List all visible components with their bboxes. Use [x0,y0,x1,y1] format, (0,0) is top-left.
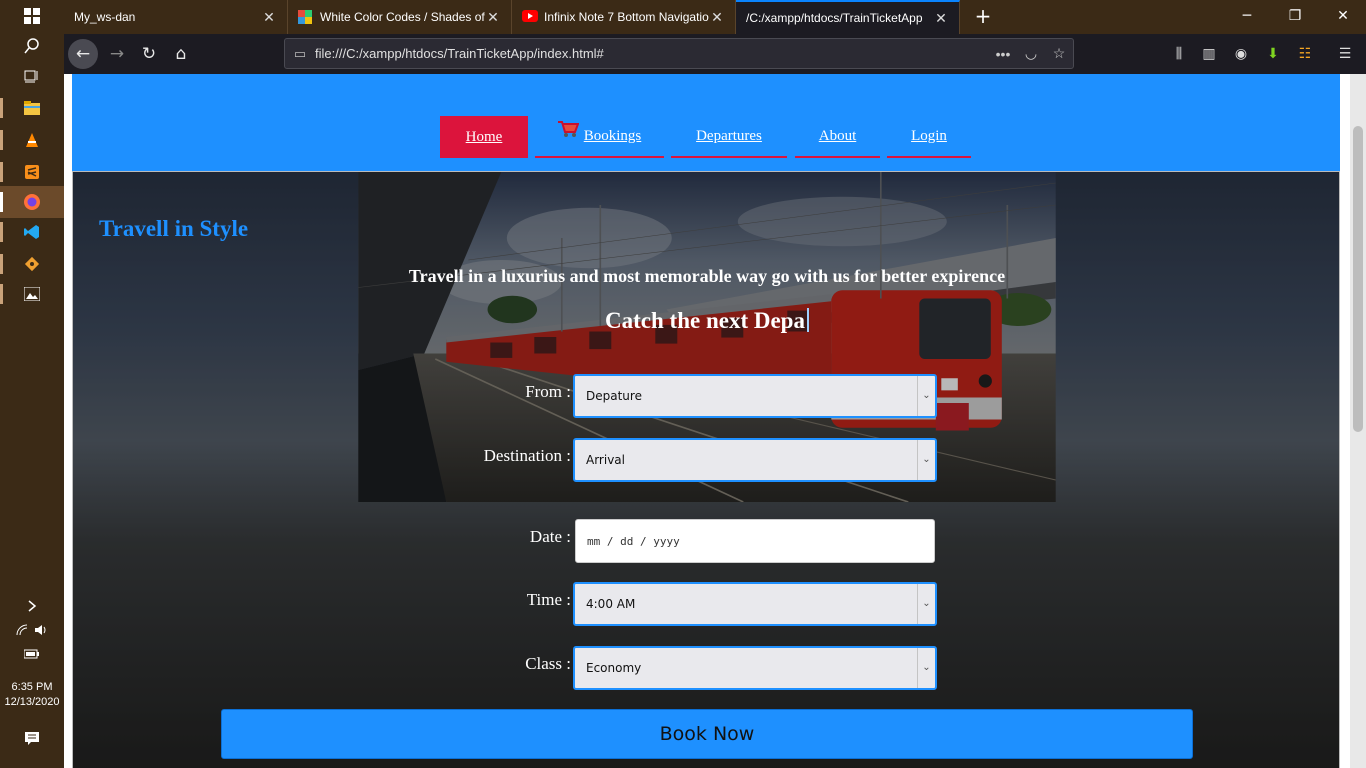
bookmark-star-icon[interactable]: ☆ [1045,45,1073,62]
tab-title: My_ws-dan [74,10,136,24]
colorcodes-favicon-icon [298,10,314,24]
task-view-icon[interactable] [0,60,64,92]
form-row-date: Date : mm / dd / yyyy [73,519,1339,563]
windows-taskbar: 6:35 PM 12/13/2020 [0,0,64,768]
tab-title: Infinix Note 7 Bottom Navigatio [544,10,709,24]
hero-typing-heading: Catch the next Depa [73,308,1339,334]
library-icon[interactable]: ⫼ [1167,42,1191,66]
file-explorer-icon[interactable] [0,92,64,124]
clock-time: 6:35 PM [11,681,53,693]
typing-text: Catch the next Depa [605,308,805,333]
forward-icon[interactable]: → [102,39,132,69]
nav-login[interactable]: Login [887,116,971,158]
pocket-icon[interactable]: ◡ [1017,45,1045,62]
home-icon[interactable]: ⌂ [166,39,196,69]
form-row-time: Time : 4:00 AM ⌄ [73,582,1339,626]
class-select[interactable]: Economy ⌄ [573,646,937,690]
close-tab-icon[interactable]: ✕ [933,10,949,27]
nav-home[interactable]: Home [440,116,528,158]
time-label: Time : [526,590,571,609]
search-icon[interactable] [0,30,64,62]
chevron-down-icon: ⌄ [917,648,935,688]
scrollbar-thumb[interactable] [1353,126,1363,432]
close-tab-icon[interactable]: ✕ [485,9,501,26]
destination-select-value: Arrival [586,453,625,467]
page-icon: ▭ [293,45,307,61]
firefox-icon[interactable] [0,186,64,218]
class-label: Class : [525,654,571,673]
browser-toolbar: ← → ↻ ⌂ ▭ file:///C:/xampp/htdocs/TrainT… [64,34,1366,74]
page-viewport: Home Bookings Departures About Login Tra… [64,74,1366,768]
git-icon[interactable] [0,248,64,280]
close-tab-icon[interactable]: ✕ [261,9,277,26]
class-select-value: Economy [586,661,642,675]
browser-tab-strip: My_ws-dan ✕ White Color Codes / Shades o… [64,0,1366,34]
from-select[interactable]: Depature ⌄ [573,374,937,418]
clock-date: 12/13/2020 [4,696,60,708]
form-row-class: Class : Economy ⌄ [73,646,1339,690]
taskbar-clock[interactable]: 6:35 PM 12/13/2020 [0,680,64,710]
extension-icon[interactable]: ☷ [1293,42,1317,66]
close-window-icon[interactable]: ✕ [1320,0,1366,34]
nav-about[interactable]: About [795,116,880,158]
nav-home-label: Home [465,128,503,145]
address-bar[interactable]: ▭ file:///C:/xampp/htdocs/TrainTicketApp… [284,38,1074,69]
browser-tab[interactable]: Infinix Note 7 Bottom Navigatio ✕ [512,0,736,34]
nav-about-label: About [818,127,857,144]
hero-tagline: Travell in a luxurius and most memorable… [408,266,1006,286]
typing-caret [806,308,809,332]
chevron-down-icon: ⌄ [917,376,935,416]
nav-departures-label: Departures [696,127,762,144]
time-select[interactable]: 4:00 AM ⌄ [573,582,937,626]
notifications-icon[interactable] [0,722,64,754]
from-label: From : [525,382,571,401]
back-icon[interactable]: ← [68,39,98,69]
cart-icon [558,121,579,137]
from-select-value: Depature [586,389,642,403]
destination-label: Destination : [483,446,571,465]
restore-icon[interactable]: ❐ [1272,0,1318,34]
date-label: Date : [529,527,571,546]
url-text: file:///C:/xampp/htdocs/TrainTicketApp/i… [315,46,604,61]
sublime-text-icon[interactable] [0,156,64,188]
vscode-icon[interactable] [0,216,64,248]
page-scrollbar[interactable] [1350,74,1366,768]
vlc-icon[interactable] [0,124,64,156]
time-select-value: 4:00 AM [586,597,636,611]
form-row-destination: Destination : Arrival ⌄ [73,438,1339,482]
menu-icon[interactable]: ☰ [1333,42,1357,66]
hero-brand-title: Travell in Style [99,216,249,241]
date-input-placeholder: mm / dd / yyyy [587,534,680,548]
close-tab-icon[interactable]: ✕ [709,9,725,26]
destination-select[interactable]: Arrival ⌄ [573,438,937,482]
date-input[interactable]: mm / dd / yyyy [575,519,935,563]
minimize-icon[interactable]: ─ [1224,0,1270,34]
photos-icon[interactable] [0,278,64,310]
browser-tab[interactable]: White Color Codes / Shades of ✕ [288,0,512,34]
reload-icon[interactable]: ↻ [134,39,164,69]
nav-bookings[interactable]: Bookings [535,116,664,158]
browser-tab[interactable]: My_ws-dan ✕ [64,0,288,34]
hero-section: Travell in Style Travell in a luxurius a… [72,171,1340,768]
account-icon[interactable]: ◉ [1229,42,1253,66]
tab-title: /C:/xampp/htdocs/TrainTicketApp [746,11,923,25]
book-now-button[interactable]: Book Now [221,709,1193,759]
youtube-favicon-icon [522,10,538,24]
browser-tab-active[interactable]: /C:/xampp/htdocs/TrainTicketApp ✕ [736,0,960,34]
site-header: Home Bookings Departures About Login [72,74,1340,171]
chevron-down-icon: ⌄ [917,584,935,624]
nav-departures[interactable]: Departures [671,116,787,158]
battery-icon[interactable] [0,638,64,670]
form-row-from: From : Depature ⌄ [73,374,1339,418]
page-actions-icon[interactable]: ••• [989,46,1017,62]
download-icon[interactable]: ⬇ [1261,42,1285,66]
nav-login-label: Login [911,127,947,144]
tab-title: White Color Codes / Shades of [320,10,485,24]
book-now-label: Book Now [659,723,755,745]
new-tab-icon[interactable]: + [970,4,996,30]
chevron-down-icon: ⌄ [917,440,935,480]
sidebar-icon[interactable]: ▥ [1197,42,1221,66]
windows-start-icon[interactable] [0,0,64,32]
